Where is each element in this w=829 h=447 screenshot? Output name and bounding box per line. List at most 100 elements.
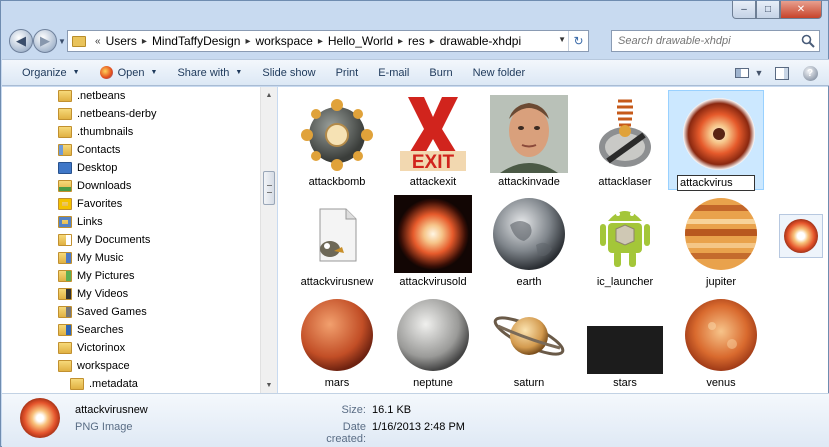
open-label: Open (117, 66, 145, 79)
organize-menu[interactable]: Organize ▼ (2, 61, 90, 84)
tree-item[interactable]: workspace (58, 357, 130, 375)
tree-item[interactable]: Searches (58, 321, 123, 339)
tree-item[interactable]: Desktop (58, 159, 117, 177)
chevron-right-icon[interactable]: ▸ (245, 36, 250, 47)
breadcrumb-users[interactable]: Users (106, 34, 137, 48)
file-name: attackexit (409, 176, 457, 188)
burn-button[interactable]: Burn (419, 61, 462, 84)
caption-buttons: – □ ✕ (732, 1, 822, 19)
preview-pane-button[interactable] (771, 63, 793, 83)
forward-button[interactable]: ▶ (33, 29, 57, 53)
tree-item-label: My Documents (77, 234, 151, 246)
breadcrumb-res[interactable]: res (408, 34, 425, 48)
details-size-value: 16.1 KB (372, 404, 412, 416)
breadcrumb-project[interactable]: Hello_World (328, 34, 393, 48)
tree-item[interactable]: .metadata (70, 375, 138, 393)
print-button[interactable]: Print (326, 61, 369, 84)
tree-item[interactable]: Links (58, 213, 103, 231)
tree-item[interactable]: Victorinox (58, 339, 125, 357)
help-button[interactable]: ? (799, 63, 821, 83)
chevron-down-icon: ▼ (754, 68, 764, 78)
tree-item[interactable]: My Pictures (58, 267, 134, 285)
tree-item[interactable]: .netbeans-derby (58, 105, 157, 123)
open-menu[interactable]: Open ▼ (90, 61, 168, 84)
file-thumbnail (394, 195, 472, 273)
new-folder-button[interactable]: New folder (463, 61, 536, 84)
view-options-dropdown[interactable]: ▼ (753, 63, 765, 83)
file-item-selected[interactable] (668, 90, 764, 191)
tree-item[interactable]: Favorites (58, 195, 122, 213)
tree-item-label: Searches (77, 324, 124, 336)
views-icon (735, 68, 749, 78)
tree-item[interactable]: .netbeans (58, 87, 125, 105)
breadcrumb-workspace[interactable]: workspace (255, 34, 312, 48)
folder-icon (58, 342, 72, 354)
file-thumbnail (490, 95, 568, 173)
android-launcher-icon (600, 211, 650, 267)
file-name: attacklaser (598, 176, 652, 188)
file-name: mars (324, 377, 350, 389)
file-item[interactable]: venus (671, 292, 767, 392)
open-app-icon (99, 66, 113, 79)
file-item[interactable]: attackvirusnew (287, 191, 383, 291)
tree-item[interactable]: Saved Games (58, 303, 147, 321)
scroll-up-button[interactable]: ▲ (261, 87, 277, 103)
tree-item-label: My Videos (77, 288, 129, 300)
maximize-button[interactable]: □ (756, 1, 780, 19)
back-button[interactable]: ◀ (9, 29, 33, 53)
refresh-button[interactable]: ↻ (568, 31, 588, 51)
share-with-menu[interactable]: Share with ▼ (167, 61, 252, 84)
address-dropdown[interactable]: ▼ (558, 35, 566, 44)
tree-item[interactable]: My Documents (58, 231, 150, 249)
tree-item-label: .netbeans (77, 90, 126, 102)
address-bar[interactable]: « Users ▸ MindTaffyDesign ▸ workspace ▸ … (67, 30, 589, 52)
change-view-button[interactable] (731, 63, 753, 83)
breadcrumb-current-folder[interactable]: drawable-xhdpi (440, 34, 521, 48)
toolbar-right-group: ▼ ? (725, 63, 821, 83)
file-item[interactable]: neptune (383, 292, 479, 392)
email-button[interactable]: E-mail (368, 61, 419, 84)
breadcrumb-user[interactable]: MindTaffyDesign (152, 34, 241, 48)
file-item[interactable]: mars (287, 292, 383, 392)
rename-field[interactable] (677, 175, 755, 191)
search-box[interactable] (611, 30, 820, 52)
file-item[interactable]: ic_launcher (575, 191, 671, 291)
tree-item[interactable]: My Music (58, 249, 123, 267)
slide-show-button[interactable]: Slide show (252, 61, 325, 84)
jupiter-thumbnail-icon (685, 198, 757, 270)
tree-item[interactable]: My Videos (58, 285, 128, 303)
address-overflow[interactable]: « (95, 36, 101, 47)
chevron-right-icon[interactable]: ▸ (430, 36, 435, 47)
scroll-thumb[interactable] (263, 171, 275, 205)
file-thumbnail (682, 195, 760, 273)
tree-item[interactable]: Downloads (58, 177, 131, 195)
folder-icon (58, 360, 72, 372)
saved-games-icon (58, 306, 72, 318)
tree-item[interactable]: Contacts (58, 141, 120, 159)
chevron-right-icon[interactable]: ▸ (142, 36, 147, 47)
file-item[interactable]: attackvirusold (383, 191, 479, 291)
file-item[interactable]: jupiter (671, 191, 767, 291)
close-button[interactable]: ✕ (780, 1, 822, 19)
file-item[interactable]: saturn (479, 292, 575, 392)
search-input[interactable] (618, 35, 798, 47)
music-icon (58, 252, 72, 264)
recent-pages-dropdown[interactable]: ▼ (58, 37, 66, 46)
file-item[interactable]: earth (479, 191, 575, 291)
file-item[interactable]: attackbomb (287, 91, 383, 191)
search-icon[interactable] (801, 34, 815, 48)
scroll-down-button[interactable]: ▼ (261, 377, 277, 393)
file-item[interactable]: EXIT attackexit (383, 91, 479, 191)
folder-icon (58, 126, 72, 138)
chevron-right-icon[interactable]: ▸ (318, 36, 323, 47)
file-item[interactable]: attacklaser (575, 91, 671, 191)
tree-item-label: Favorites (77, 198, 123, 210)
file-thumbnail (298, 296, 376, 374)
file-name: attackinvade (498, 176, 560, 188)
minimize-button[interactable]: – (732, 1, 756, 19)
navigation-scrollbar[interactable]: ▲ ▼ (260, 87, 277, 393)
chevron-right-icon[interactable]: ▸ (398, 36, 403, 47)
file-item[interactable]: attackinvade (479, 91, 575, 191)
tree-item[interactable]: .thumbnails (58, 123, 133, 141)
file-item[interactable]: stars (575, 292, 671, 392)
